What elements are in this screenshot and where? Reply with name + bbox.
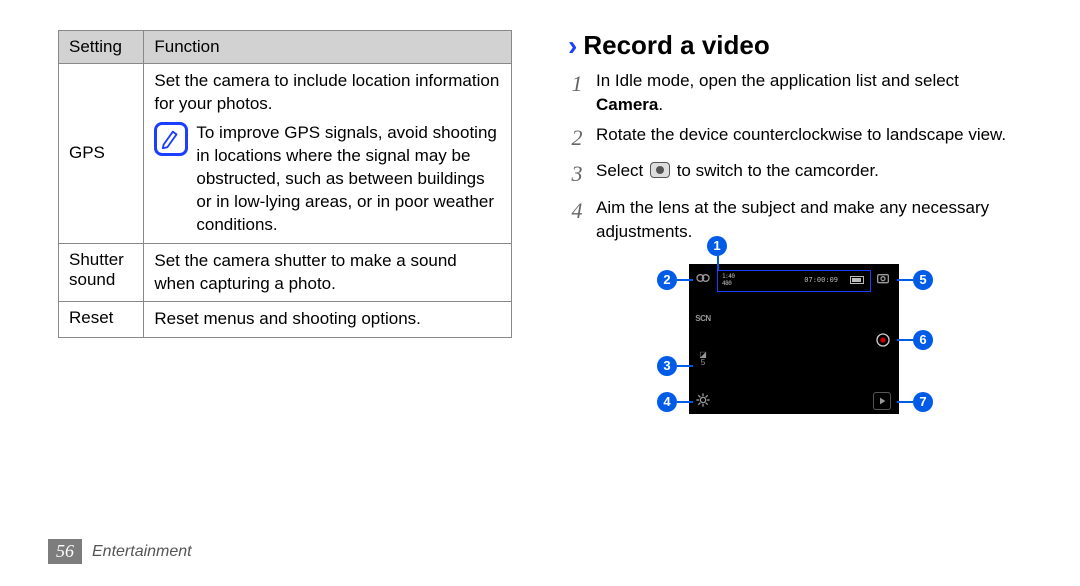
setting-desc-gps: Set the camera to include location infor… bbox=[154, 70, 501, 116]
step-text: Rotate the device counterclockwise to la… bbox=[596, 123, 1022, 154]
playback-icon bbox=[873, 392, 891, 410]
record-button-icon bbox=[873, 330, 893, 350]
step-number: 2 bbox=[568, 123, 586, 154]
col-header-function: Function bbox=[144, 31, 512, 64]
section-title: Record a video bbox=[583, 30, 769, 61]
step-number: 1 bbox=[568, 69, 586, 117]
camcorder-figure: 1:40480 07:00:09 SCN ◪5 bbox=[645, 264, 945, 414]
callout-2: 2 bbox=[657, 270, 677, 290]
chevron-right-icon: › bbox=[568, 32, 577, 60]
footer-section: Entertainment bbox=[92, 543, 192, 561]
step-text: Select to switch to the camcorder. bbox=[596, 159, 1022, 190]
settings-table: Setting Function GPS Set the camera to i… bbox=[58, 30, 512, 338]
callout-6: 6 bbox=[913, 330, 933, 350]
setting-name-gps: GPS bbox=[59, 64, 144, 244]
camcorder-topbar: 1:40480 07:00:09 bbox=[717, 270, 871, 292]
note-icon bbox=[154, 122, 188, 156]
callout-4: 4 bbox=[657, 392, 677, 412]
table-row: Shutter sound Set the camera shutter to … bbox=[59, 243, 512, 302]
camera-icon bbox=[650, 162, 670, 178]
setting-name-reset: Reset bbox=[59, 302, 144, 338]
setting-name-shutter: Shutter sound bbox=[59, 243, 144, 302]
mode-switch-icon bbox=[693, 268, 713, 288]
setting-desc-shutter: Set the camera shutter to make a sound w… bbox=[144, 243, 512, 302]
step-text: Aim the lens at the subject and make any… bbox=[596, 196, 1022, 244]
setting-note-gps: To improve GPS signals, avoid shooting i… bbox=[196, 122, 501, 237]
callout-7: 7 bbox=[913, 392, 933, 412]
table-row: GPS Set the camera to include location i… bbox=[59, 64, 512, 244]
recording-time: 07:00:09 bbox=[804, 276, 838, 284]
step-number: 4 bbox=[568, 196, 586, 244]
setting-desc-reset: Reset menus and shooting options. bbox=[144, 302, 512, 338]
exposure-value-icon: ◪5 bbox=[693, 349, 713, 369]
scene-mode-icon: SCN bbox=[693, 308, 713, 328]
page-number: 56 bbox=[48, 539, 82, 564]
battery-icon bbox=[850, 276, 864, 284]
recording-remaining: 1:40480 bbox=[722, 273, 734, 287]
callout-1: 1 bbox=[707, 236, 727, 256]
step-text: In Idle mode, open the application list … bbox=[596, 69, 1022, 117]
callout-3: 3 bbox=[657, 356, 677, 376]
camcorder-screen: 1:40480 07:00:09 SCN ◪5 bbox=[689, 264, 899, 414]
steps-list: 1 In Idle mode, open the application lis… bbox=[568, 69, 1022, 244]
switch-camera-icon bbox=[873, 268, 893, 288]
table-row: Reset Reset menus and shooting options. bbox=[59, 302, 512, 338]
col-header-setting: Setting bbox=[59, 31, 144, 64]
callout-5: 5 bbox=[913, 270, 933, 290]
settings-gear-icon bbox=[693, 390, 713, 410]
step-number: 3 bbox=[568, 159, 586, 190]
